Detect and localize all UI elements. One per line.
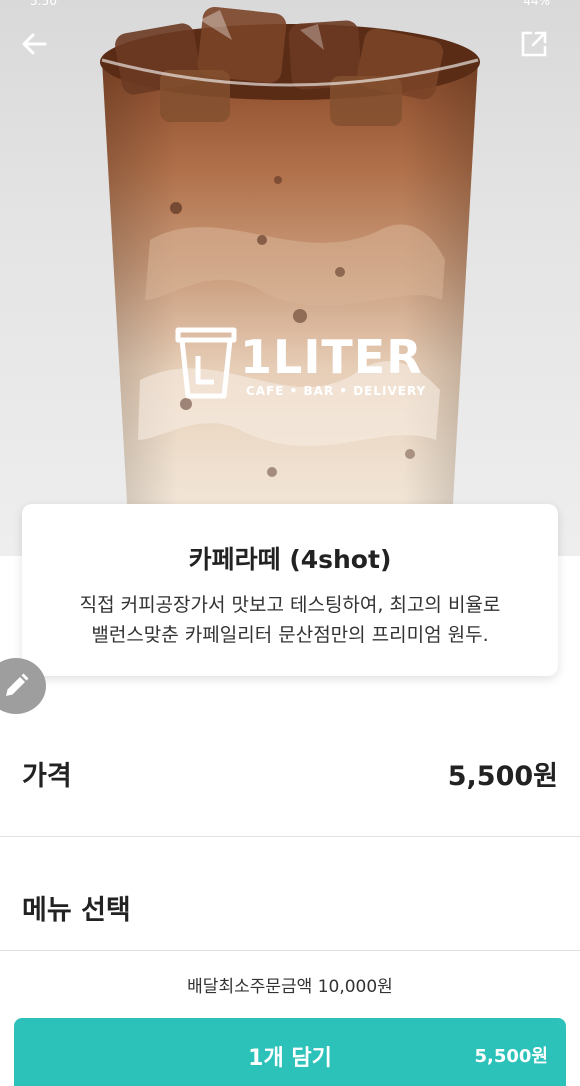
product-image: 5:50 44% 1LITER CAFE • BAR • DELIVERY — [0, 0, 580, 556]
pencil-icon — [6, 673, 29, 696]
back-button[interactable] — [20, 30, 60, 70]
price-label: 가격 — [22, 761, 72, 792]
share-button[interactable] — [520, 30, 560, 70]
status-bar: 5:50 44% — [0, 0, 580, 14]
menu-description-line-1: 직접 커피공장가서 맛보고 테스팅하여, 최고의 비율로 — [79, 594, 501, 616]
menu-info-card: 카페라떼 (4shot) 직접 커피공장가서 맛보고 테스팅하여, 최고의 비율… — [22, 504, 558, 676]
menu-description-line-2: 밸런스맞춘 카페일리터 문산점만의 프리미엄 원두. — [91, 624, 489, 646]
menu-select-heading: 메뉴 선택 — [22, 895, 131, 926]
status-time: 5:50 — [30, 0, 57, 8]
price-value: 5,500원 — [447, 761, 558, 792]
add-to-cart-price: 5,500원 — [474, 1046, 549, 1067]
divider — [0, 836, 580, 837]
iced-latte-illustration — [100, 6, 480, 556]
menu-title: 카페라떼 (4shot) — [188, 545, 392, 574]
min-order-notice: 배달최소주문금액 10,000원 — [187, 977, 393, 997]
brand-logo: 1LITER CAFE • BAR • DELIVERY — [240, 334, 426, 398]
divider — [0, 950, 580, 951]
menu-description: 직접 커피공장가서 맛보고 테스팅하여, 최고의 비율로 밸런스맞춘 카페일리터… — [22, 590, 558, 650]
brand-name: 1LITER — [240, 330, 423, 384]
add-to-cart-button[interactable]: 1개 담기 5,500원 — [14, 1018, 566, 1086]
share-icon — [521, 31, 547, 57]
arrow-left-icon — [22, 33, 47, 55]
brand-tagline: CAFE • BAR • DELIVERY — [246, 384, 427, 398]
price-row: 가격 5,500원 — [0, 732, 580, 836]
status-battery: 44% — [523, 0, 550, 8]
